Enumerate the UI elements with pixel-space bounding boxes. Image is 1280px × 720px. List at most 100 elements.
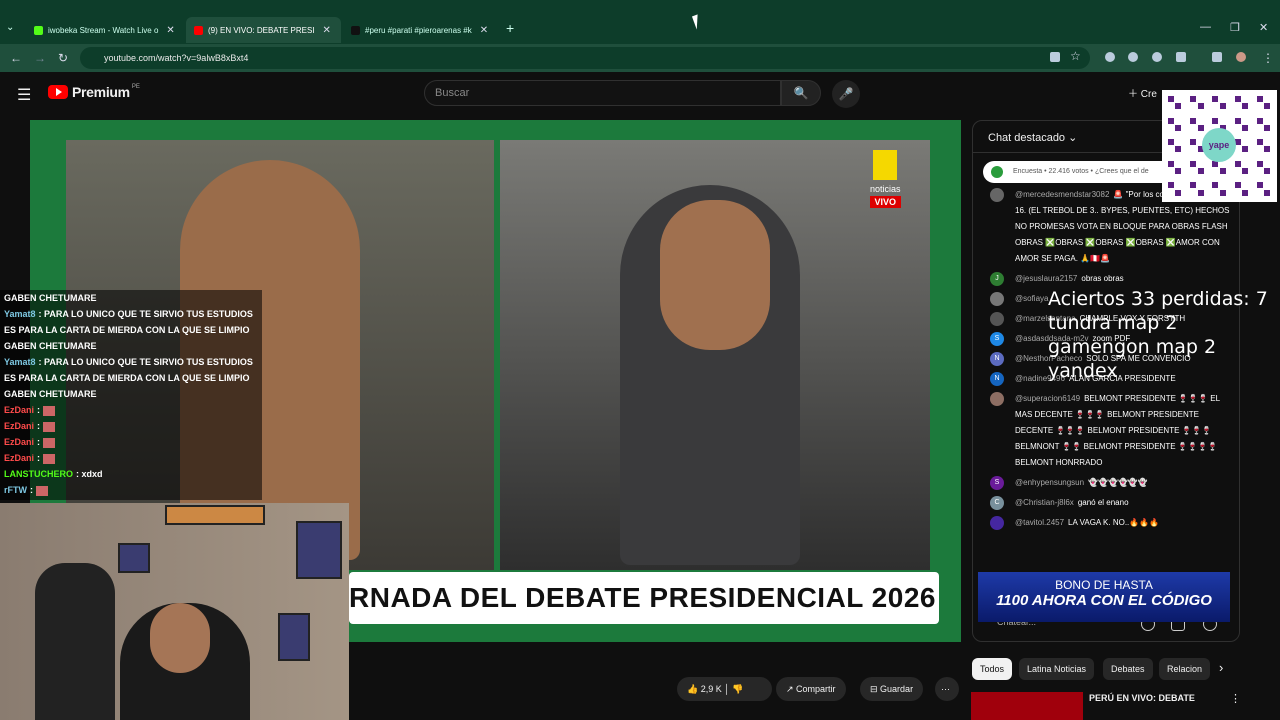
browser-tab-kick[interactable]: iwobeka Stream - Watch Live o ✕ — [26, 17, 186, 43]
yape-logo: yape — [1202, 128, 1236, 162]
close-tab-icon[interactable]: ✕ — [480, 25, 488, 36]
chat-username[interactable]: @tavitol.2457 — [1015, 518, 1064, 527]
chip-debates[interactable]: Debates — [1103, 658, 1153, 680]
chat-username[interactable]: @superacion6149 — [1015, 394, 1080, 403]
url-field[interactable]: youtube.com/watch?v=9alwB8xBxt4 — [80, 47, 1090, 69]
channel-logo-icon — [873, 150, 898, 180]
extension-icon[interactable] — [1105, 52, 1115, 62]
avatar[interactable]: C — [990, 496, 1004, 510]
more-actions-button[interactable]: ⋯ — [935, 677, 959, 701]
youtube-logo[interactable]: Premium PE — [48, 84, 140, 100]
tiktok-favicon-icon — [351, 25, 360, 35]
lower-third-text: RNADA DEL DEBATE PRESIDENCIAL 2026 — [349, 582, 936, 613]
reco-menu-icon[interactable]: ⋮ — [1230, 692, 1241, 705]
like-button[interactable]: 👍 2,9 K │ 👎 — [677, 677, 772, 701]
emote-icon — [42, 421, 55, 432]
search-button[interactable]: 🔍 — [781, 80, 821, 106]
avatar[interactable]: N — [990, 352, 1004, 366]
qr-module — [1197, 168, 1204, 174]
search-input[interactable]: Buscar — [424, 80, 781, 106]
overlay-chat-line: EzDani: — [0, 418, 262, 434]
voice-search-button[interactable]: 🎤 — [832, 80, 860, 108]
qr-module — [1219, 168, 1226, 174]
chat-message[interactable]: @superacion6149 BELMONT PRESIDENTE 🍷🍷🍷 EL… — [973, 389, 1239, 473]
chip-latina-noticias[interactable]: Latina Noticias — [1019, 658, 1095, 680]
close-tab-icon[interactable]: ✕ — [323, 25, 331, 36]
back-icon[interactable]: ← — [10, 51, 22, 65]
avatar[interactable] — [990, 516, 1004, 530]
chip-relacionados[interactable]: Relacion — [1159, 658, 1211, 680]
avatar[interactable] — [990, 292, 1004, 306]
emote-icon — [35, 485, 48, 496]
avatar[interactable]: N — [990, 372, 1004, 386]
overlay-chat-text: ES PARA LA CARTA DE MIERDA CON LA QUE SE… — [4, 373, 250, 383]
chat-username[interactable]: @Christian-j8l6x — [1015, 498, 1074, 507]
chat-message[interactable]: S @enhypensungsun 👻👻👻👻👻👻 — [973, 473, 1239, 493]
browser-menu-icon[interactable]: ⋮ — [1262, 51, 1274, 65]
extension-icon[interactable] — [1152, 52, 1162, 62]
qr-module — [1242, 168, 1248, 174]
qr-module — [1168, 182, 1174, 189]
chat-username[interactable]: @enhypensungsun — [1015, 478, 1084, 487]
qr-module — [1190, 117, 1197, 124]
overlay-chat-user: EzDani — [4, 437, 35, 447]
share-button[interactable]: ↗ Compartir — [776, 677, 846, 701]
avatar[interactable]: S — [990, 332, 1004, 346]
chat-message[interactable]: @tavitol.2457 LA VAGA K. NO..🔥🔥🔥 — [973, 513, 1239, 533]
avatar[interactable]: J — [990, 272, 1004, 286]
chat-username[interactable]: @sofiaya — [1015, 294, 1048, 303]
recommended-thumbnail[interactable] — [971, 692, 1083, 720]
chat-message[interactable]: C @Christian-j8l6x ganó el enano — [973, 493, 1239, 513]
browser-tab-tiktok[interactable]: #peru #parati #pieroarenas #k ✕ — [343, 17, 498, 43]
overlay-chat-line: ES PARA LA CARTA DE MIERDA CON LA QUE SE… — [0, 322, 262, 338]
chat-username[interactable]: @jesuslaura2157 — [1015, 274, 1077, 283]
reload-icon[interactable]: ↻ — [58, 51, 68, 65]
qr-module — [1219, 189, 1226, 196]
close-window-icon[interactable]: ✕ — [1259, 21, 1268, 34]
recommended-title[interactable]: PERÚ EN VIVO: DEBATE — [1089, 693, 1195, 703]
extension-icon[interactable] — [1128, 52, 1138, 62]
qr-module — [1264, 146, 1271, 153]
maximize-icon[interactable]: ❐ — [1230, 21, 1240, 34]
promo-banner: BONO DE HASTA 1100 AHORA CON EL CÓDIGO — [978, 572, 1230, 622]
qr-module — [1264, 189, 1271, 196]
chip-todos[interactable]: Todos — [972, 658, 1013, 680]
poll-banner[interactable]: Encuesta • 22.416 votos • ¿Crees que el … — [983, 161, 1183, 183]
chevron-right-icon[interactable]: › — [1219, 660, 1223, 675]
chat-text: BELMONT PRESIDENTE 🍷🍷🍷 EL MAS DECENTE 🍷🍷… — [1015, 394, 1220, 467]
overlay-chat-line: Yamat8: PARA LO UNICO QUE TE SIRVIO TUS … — [0, 306, 262, 322]
wall-frame — [278, 613, 310, 661]
qr-module — [1175, 168, 1182, 174]
menu-hamburger-icon[interactable]: ☰ — [17, 85, 31, 105]
save-button[interactable]: ⊟ Guardar — [860, 677, 924, 701]
tab-search-icon[interactable]: ⌄ — [6, 22, 14, 33]
forward-icon[interactable]: → — [34, 51, 46, 65]
qr-module — [1190, 182, 1197, 189]
minimize-icon[interactable]: — — [1200, 21, 1211, 33]
qr-module — [1242, 103, 1248, 110]
qr-module — [1256, 117, 1263, 124]
poll-text: Encuesta • 22.416 votos • ¿Crees que el … — [1013, 168, 1149, 175]
chat-username[interactable]: @mercedesmendstar3082 — [1015, 190, 1109, 199]
chat-text: obras obras — [1081, 274, 1124, 283]
extensions-puzzle-icon[interactable] — [1176, 52, 1186, 62]
search-icon: 🔍 — [793, 86, 809, 100]
qr-module — [1234, 160, 1241, 167]
profile-avatar[interactable] — [1236, 52, 1246, 62]
install-app-icon[interactable] — [1050, 52, 1060, 62]
browser-tab-youtube[interactable]: (9) EN VIVO: DEBATE PRESI ✕ — [186, 17, 341, 43]
close-tab-icon[interactable]: ✕ — [166, 25, 174, 36]
youtube-play-icon — [48, 85, 68, 99]
avatar[interactable]: S — [990, 476, 1004, 490]
create-button[interactable]: ＋ Cre — [1128, 85, 1157, 100]
overlay-chat-user: EzDani — [4, 453, 35, 463]
bookmark-star-icon[interactable]: ☆ — [1070, 49, 1081, 63]
overlay-chat-line: EzDani: — [0, 402, 262, 418]
avatar[interactable] — [990, 188, 1004, 202]
avatar[interactable] — [990, 312, 1004, 326]
chat-message[interactable]: J @jesuslaura2157 obras obras — [973, 269, 1239, 289]
avatar[interactable] — [990, 392, 1004, 406]
new-tab-button[interactable]: + — [506, 20, 514, 36]
channel-logo-text: noticias — [870, 184, 901, 194]
media-icon[interactable] — [1212, 52, 1222, 62]
